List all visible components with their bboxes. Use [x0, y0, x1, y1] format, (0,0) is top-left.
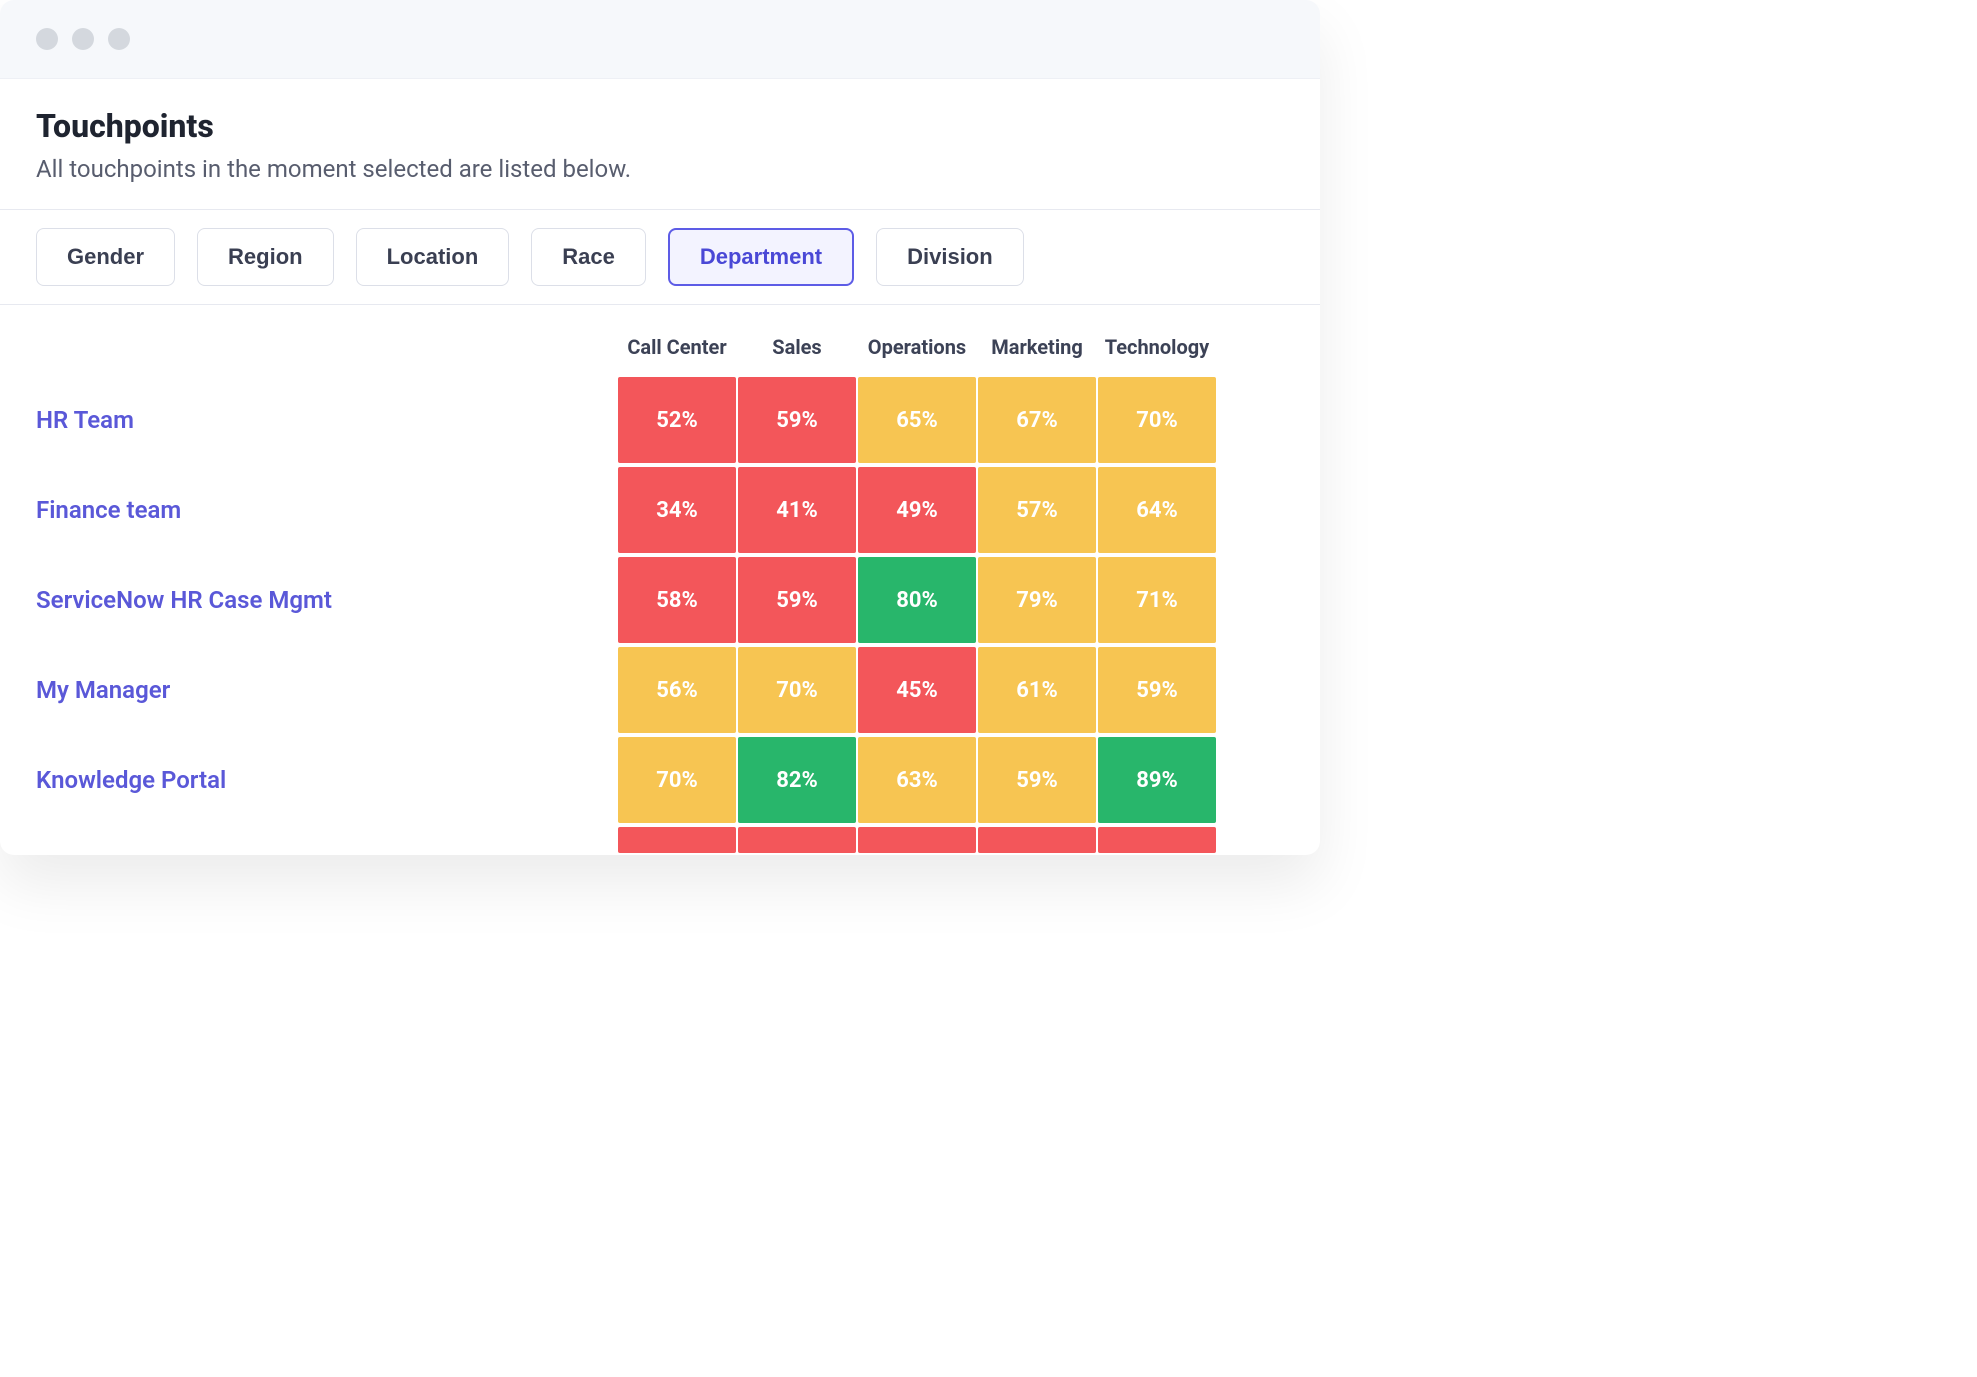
- filter-pill-label: Race: [562, 244, 615, 269]
- filter-pill-location[interactable]: Location: [356, 228, 510, 286]
- heatmap-cell-peek: [978, 827, 1096, 853]
- heatmap-row-label[interactable]: My Manager: [36, 645, 616, 735]
- heatmap-cell[interactable]: 59%: [738, 557, 856, 643]
- heatmap-cell-value: 57%: [1016, 498, 1058, 523]
- filter-pill-gender[interactable]: Gender: [36, 228, 175, 286]
- window-dot-1: [36, 28, 58, 50]
- heatmap-col-header: Sales: [738, 327, 856, 375]
- heatmap-cell-value: 34%: [656, 498, 698, 523]
- heatmap-cell-value: 45%: [896, 678, 938, 703]
- heatmap-cell[interactable]: 57%: [978, 467, 1096, 553]
- heatmap-cell-value: 82%: [776, 768, 818, 793]
- heatmap-cell-value: 59%: [1136, 678, 1178, 703]
- heatmap-cell[interactable]: 65%: [858, 377, 976, 463]
- heatmap-cell-value: 59%: [1016, 768, 1058, 793]
- heatmap-cell[interactable]: 59%: [978, 737, 1096, 823]
- filter-pill-race[interactable]: Race: [531, 228, 646, 286]
- heatmap-cell-value: 89%: [1136, 768, 1178, 793]
- heatmap-col-header: Call Center: [618, 327, 736, 375]
- filter-pill-label: Region: [228, 244, 303, 269]
- filter-pill-label: Location: [387, 244, 479, 269]
- heatmap-cell-value: 52%: [656, 408, 698, 433]
- heatmap-cell-value: 41%: [776, 498, 818, 523]
- heatmap-cell[interactable]: 64%: [1098, 467, 1216, 553]
- heatmap-col-header: Technology: [1098, 327, 1216, 375]
- heatmap-col-header: Operations: [858, 327, 976, 375]
- heatmap-cell-value: 49%: [896, 498, 938, 523]
- heatmap-cell[interactable]: 79%: [978, 557, 1096, 643]
- heatmap-cell-peek: [858, 827, 976, 853]
- heatmap-cell[interactable]: 82%: [738, 737, 856, 823]
- heatmap-cell[interactable]: 52%: [618, 377, 736, 463]
- heatmap-cell[interactable]: 34%: [618, 467, 736, 553]
- filter-pill-label: Division: [907, 244, 993, 269]
- heatmap-area: Call CenterSalesOperationsMarketingTechn…: [0, 305, 1320, 855]
- app-window: Touchpoints All touchpoints in the momen…: [0, 0, 1320, 855]
- heatmap-cell[interactable]: 70%: [618, 737, 736, 823]
- heatmap-cell-value: 63%: [896, 768, 938, 793]
- heatmap-cell-peek: [738, 827, 856, 853]
- heatmap-cell[interactable]: 45%: [858, 647, 976, 733]
- heatmap-cell[interactable]: 89%: [1098, 737, 1216, 823]
- heatmap-cell[interactable]: 41%: [738, 467, 856, 553]
- filter-bar: Gender Region Location Race Department Divisi…: [0, 209, 1320, 305]
- heatmap-cell-value: 56%: [656, 678, 698, 703]
- heatmap-cell-value: 70%: [1136, 408, 1178, 433]
- heatmap-cell[interactable]: 80%: [858, 557, 976, 643]
- heatmap-cell-peek: [618, 827, 736, 853]
- heatmap-cell[interactable]: 61%: [978, 647, 1096, 733]
- heatmap-cell-value: 58%: [656, 588, 698, 613]
- window-dot-3: [108, 28, 130, 50]
- heatmap-cell[interactable]: 63%: [858, 737, 976, 823]
- heatmap-cell-value: 80%: [896, 588, 938, 613]
- heatmap-grid: Call CenterSalesOperationsMarketingTechn…: [36, 327, 1284, 855]
- heatmap-row-label[interactable]: ServiceNow HR Case Mgmt: [36, 555, 616, 645]
- heatmap-row-label[interactable]: Finance team: [36, 465, 616, 555]
- heatmap-cell-value: 70%: [776, 678, 818, 703]
- heatmap-cell-value: 67%: [1016, 408, 1058, 433]
- heatmap-col-header: Marketing: [978, 327, 1096, 375]
- heatmap-cell[interactable]: 49%: [858, 467, 976, 553]
- heatmap-cell-value: 59%: [776, 588, 818, 613]
- window-titlebar: [0, 0, 1320, 79]
- filter-pill-label: Department: [700, 244, 822, 269]
- heatmap-cell-peek: [1098, 827, 1216, 853]
- heatmap-cell-value: 61%: [1016, 678, 1058, 703]
- window-dot-2: [72, 28, 94, 50]
- heatmap-peek-spacer: [36, 825, 616, 855]
- heatmap-row-label[interactable]: HR Team: [36, 375, 616, 465]
- heatmap-cell[interactable]: 58%: [618, 557, 736, 643]
- heatmap-cell-value: 71%: [1136, 588, 1178, 613]
- heatmap-cell[interactable]: 59%: [738, 377, 856, 463]
- heatmap-cell-value: 64%: [1136, 498, 1178, 523]
- heatmap-cell[interactable]: 70%: [1098, 377, 1216, 463]
- heatmap-cell[interactable]: 71%: [1098, 557, 1216, 643]
- heatmap-cell-value: 70%: [656, 768, 698, 793]
- heatmap-row-label[interactable]: Knowledge Portal: [36, 735, 616, 825]
- filter-pill-division[interactable]: Division: [876, 228, 1024, 286]
- filter-pill-region[interactable]: Region: [197, 228, 334, 286]
- filter-pill-department[interactable]: Department: [668, 228, 854, 286]
- heatmap-cell[interactable]: 70%: [738, 647, 856, 733]
- page-subtitle: All touchpoints in the moment selected a…: [36, 155, 1284, 183]
- page-title: Touchpoints: [36, 107, 1284, 145]
- page-header: Touchpoints All touchpoints in the momen…: [0, 79, 1320, 209]
- heatmap-cell[interactable]: 56%: [618, 647, 736, 733]
- heatmap-cell[interactable]: 67%: [978, 377, 1096, 463]
- heatmap-cell-value: 79%: [1016, 588, 1058, 613]
- heatmap-cell-value: 59%: [776, 408, 818, 433]
- heatmap-cell-value: 65%: [896, 408, 938, 433]
- heatmap-cell[interactable]: 59%: [1098, 647, 1216, 733]
- heatmap-corner-spacer: [36, 327, 616, 375]
- filter-pill-label: Gender: [67, 244, 144, 269]
